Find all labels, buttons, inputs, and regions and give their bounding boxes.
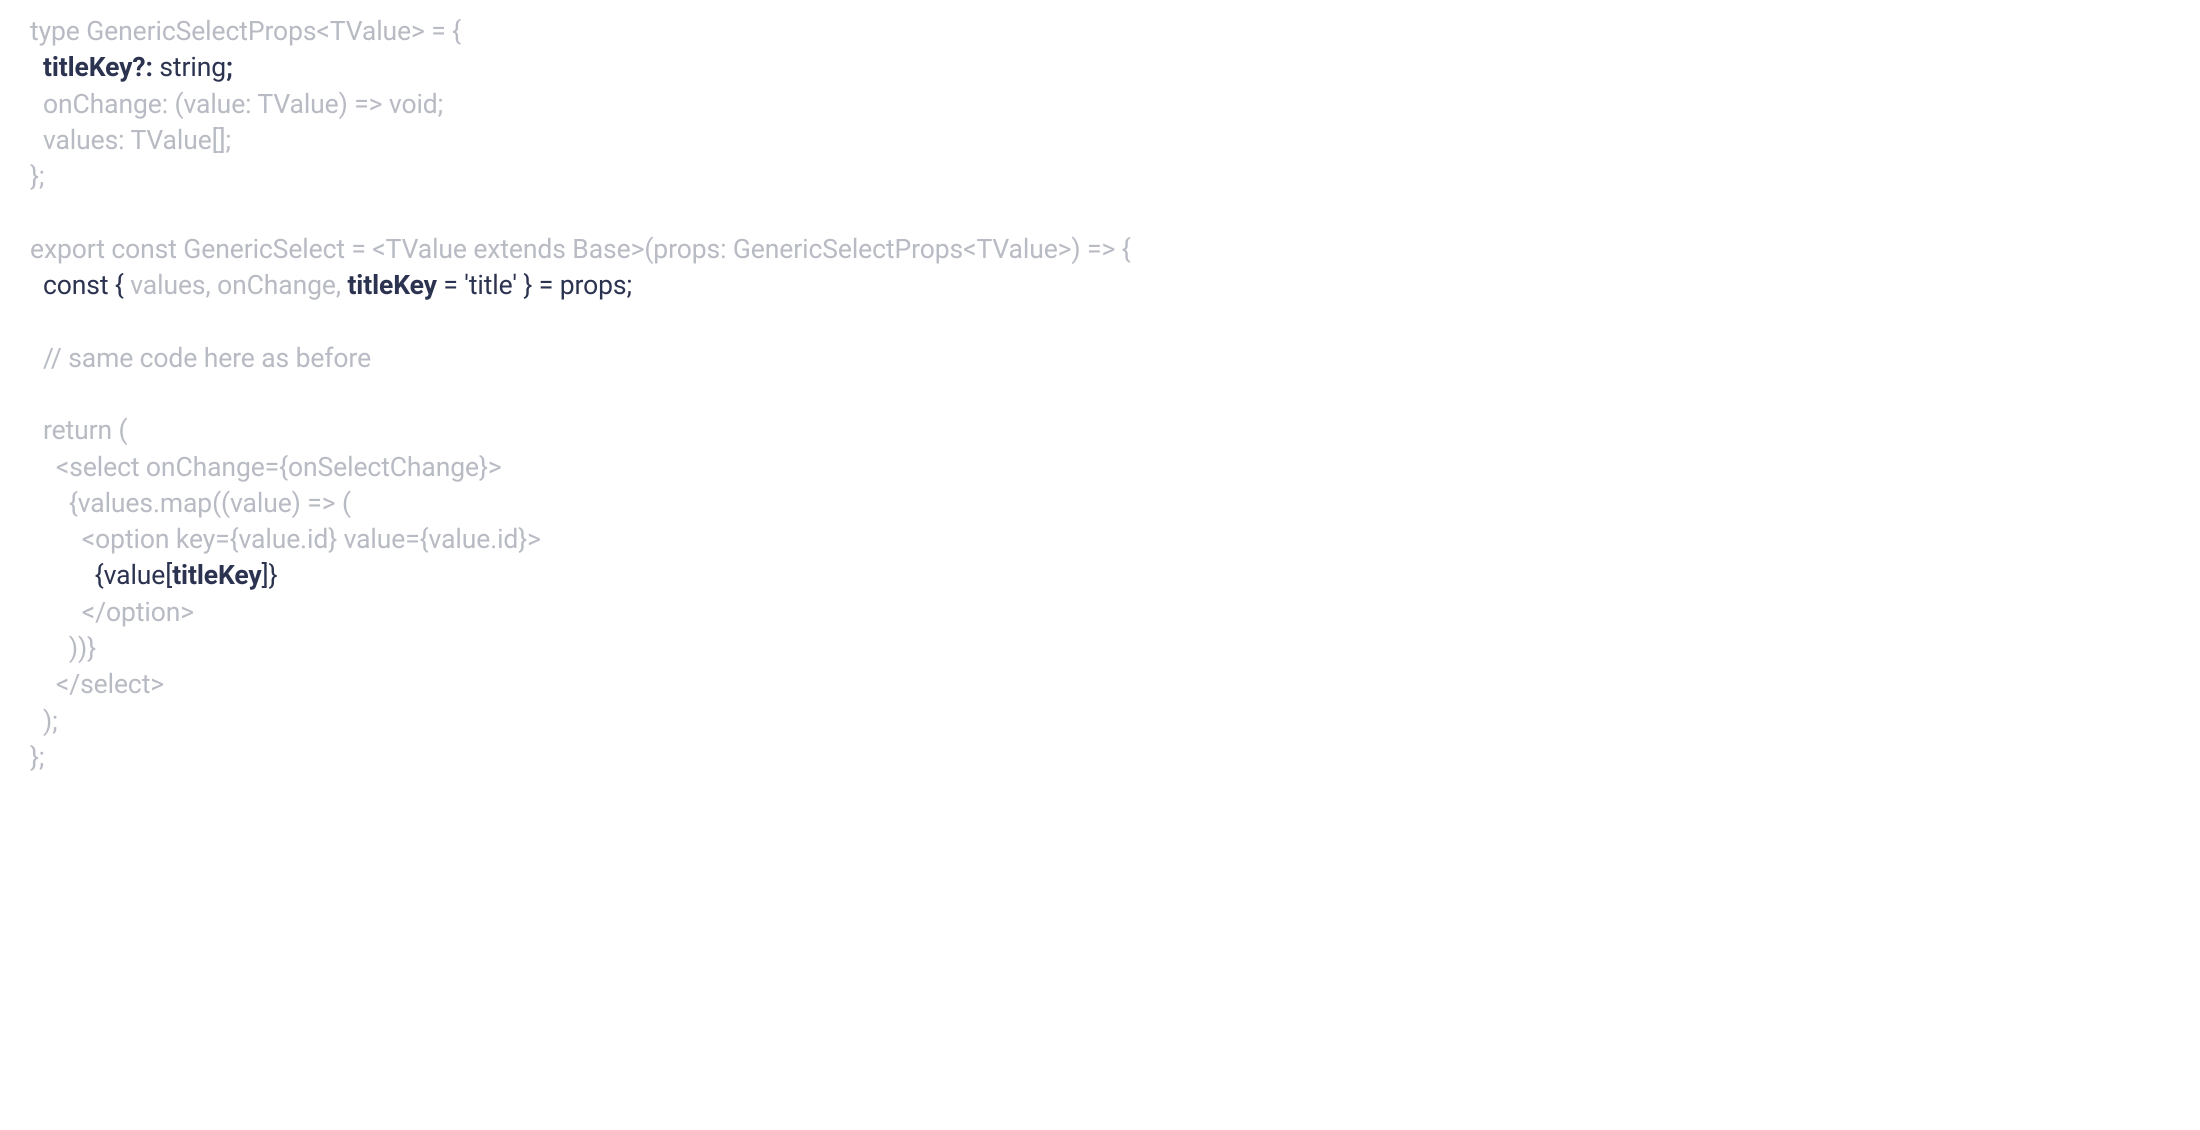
code-token-highlight: titleKey	[347, 270, 436, 301]
code-token: = 'title' } = props;	[437, 270, 632, 301]
code-token: const {	[30, 270, 124, 301]
code-token: ;	[226, 52, 233, 83]
code-line: ))}	[30, 633, 96, 664]
code-line: <select onChange={onSelectChange}>	[30, 452, 502, 483]
code-token-highlight: titleKey?:	[43, 52, 153, 83]
code-line: };	[30, 161, 44, 192]
code-line: // same code here as before	[30, 343, 371, 374]
code-line: <option key={value.id} value={value.id}>	[30, 524, 541, 555]
code-line: return (	[30, 415, 127, 446]
code-line: {values.map((value) => (	[30, 488, 351, 519]
code-block: type GenericSelectProps<TValue> = { titl…	[0, 0, 2200, 806]
code-line: values: TValue[];	[30, 125, 231, 156]
code-line: onChange: (value: TValue) => void;	[30, 89, 443, 120]
code-line: );	[30, 706, 58, 737]
code-line: type GenericSelectProps<TValue> = {	[30, 16, 461, 47]
code-token-highlight: titleKey	[172, 560, 261, 591]
code-token: string	[153, 52, 226, 83]
code-line: </select>	[30, 669, 164, 700]
code-line: };	[30, 742, 44, 773]
code-token: {value[	[30, 560, 172, 591]
code-line: export const GenericSelect = <TValue ext…	[30, 234, 1131, 265]
code-token: ]}	[262, 560, 278, 591]
code-line	[30, 52, 43, 83]
code-line: </option>	[30, 597, 194, 628]
code-token: values, onChange,	[124, 270, 348, 301]
